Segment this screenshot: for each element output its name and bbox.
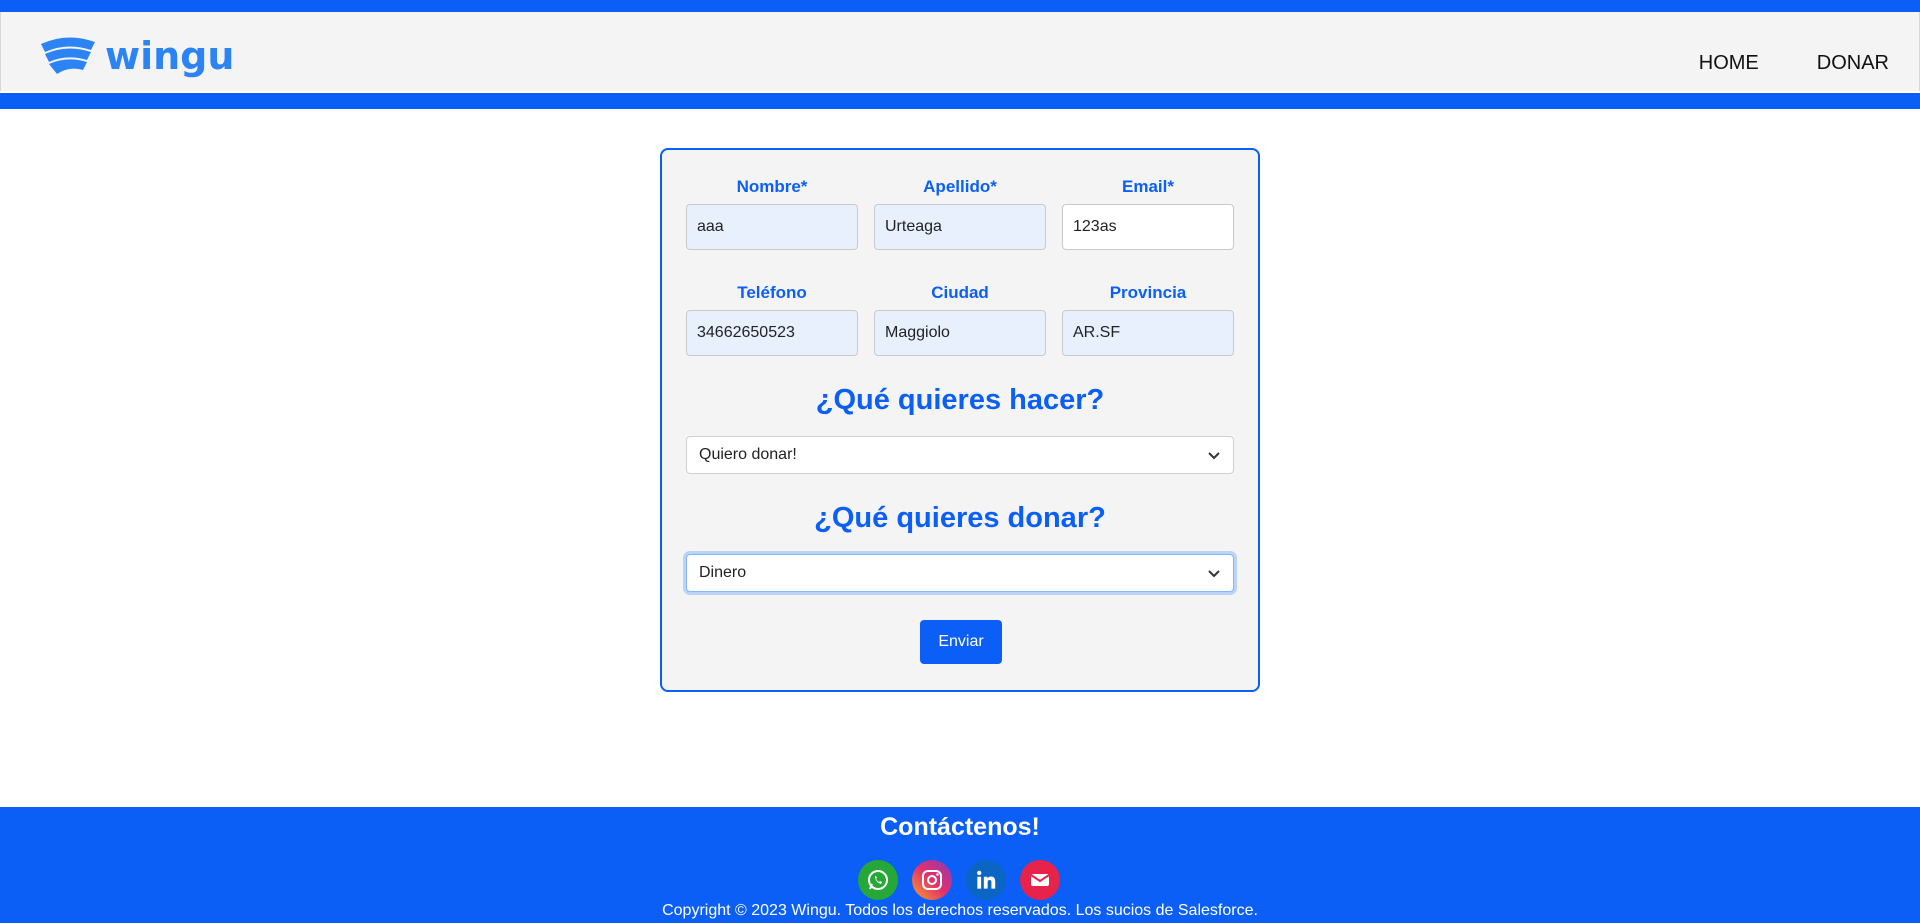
top-accent-bar xyxy=(0,0,1920,12)
instagram-icon[interactable] xyxy=(912,860,952,900)
donation-select-value: Dinero xyxy=(699,564,747,581)
linkedin-icon[interactable] xyxy=(966,860,1006,900)
copyright-text: Copyright © 2023 Wingu. Todos los derech… xyxy=(662,902,1258,919)
nombre-input[interactable] xyxy=(686,204,858,250)
header-accent-bar xyxy=(0,93,1920,109)
main-nav: HOME DONAR xyxy=(1641,52,1889,75)
enviar-button[interactable]: Enviar xyxy=(920,620,1002,664)
action-question-heading: ¿Qué quieres hacer? xyxy=(815,384,1105,416)
logo[interactable]: wingu xyxy=(39,32,234,80)
donation-question-heading: ¿Qué quieres donar? xyxy=(814,502,1106,534)
footer-title: Contáctenos! xyxy=(880,813,1040,841)
telefono-field-group: Teléfono xyxy=(686,282,858,356)
apellido-input[interactable] xyxy=(874,204,1046,250)
provincia-label: Provincia xyxy=(1109,283,1187,302)
ciudad-field-group: Ciudad xyxy=(874,282,1046,356)
whatsapp-icon[interactable] xyxy=(858,860,898,900)
social-links xyxy=(858,860,1060,900)
email-icon[interactable] xyxy=(1020,860,1060,900)
apellido-label: Apellido* xyxy=(923,177,997,196)
chevron-down-icon xyxy=(1208,452,1220,460)
wingu-logo-icon xyxy=(41,37,95,74)
ciudad-label: Ciudad xyxy=(931,283,989,302)
logo-text: wingu xyxy=(105,34,235,78)
ciudad-input[interactable] xyxy=(874,310,1046,356)
provincia-field-group: Provincia xyxy=(1062,282,1234,356)
nombre-label: Nombre* xyxy=(736,177,808,196)
telefono-input[interactable] xyxy=(686,310,858,356)
donation-select[interactable]: Dinero xyxy=(686,554,1234,592)
telefono-label: Teléfono xyxy=(737,283,807,302)
site-header: wingu HOME DONAR xyxy=(0,12,1920,91)
email-input[interactable] xyxy=(1062,204,1234,250)
donation-form: Nombre* Apellido* Email* Teléfono Ciudad… xyxy=(660,148,1260,692)
apellido-field-group: Apellido* xyxy=(874,176,1046,250)
provincia-input[interactable] xyxy=(1062,310,1234,356)
nombre-field-group: Nombre* xyxy=(686,176,858,250)
site-footer: Contáctenos! Copyright © 2023 Wingu. Tod… xyxy=(0,807,1920,923)
email-field-group: Email* xyxy=(1062,176,1234,250)
action-select-value: Quiero donar! xyxy=(699,446,797,463)
chevron-down-icon xyxy=(1208,570,1220,578)
email-label: Email* xyxy=(1122,177,1174,196)
nav-home-link[interactable]: HOME xyxy=(1699,52,1759,75)
action-select[interactable]: Quiero donar! xyxy=(686,436,1234,474)
nav-donar-link[interactable]: DONAR xyxy=(1817,52,1889,75)
